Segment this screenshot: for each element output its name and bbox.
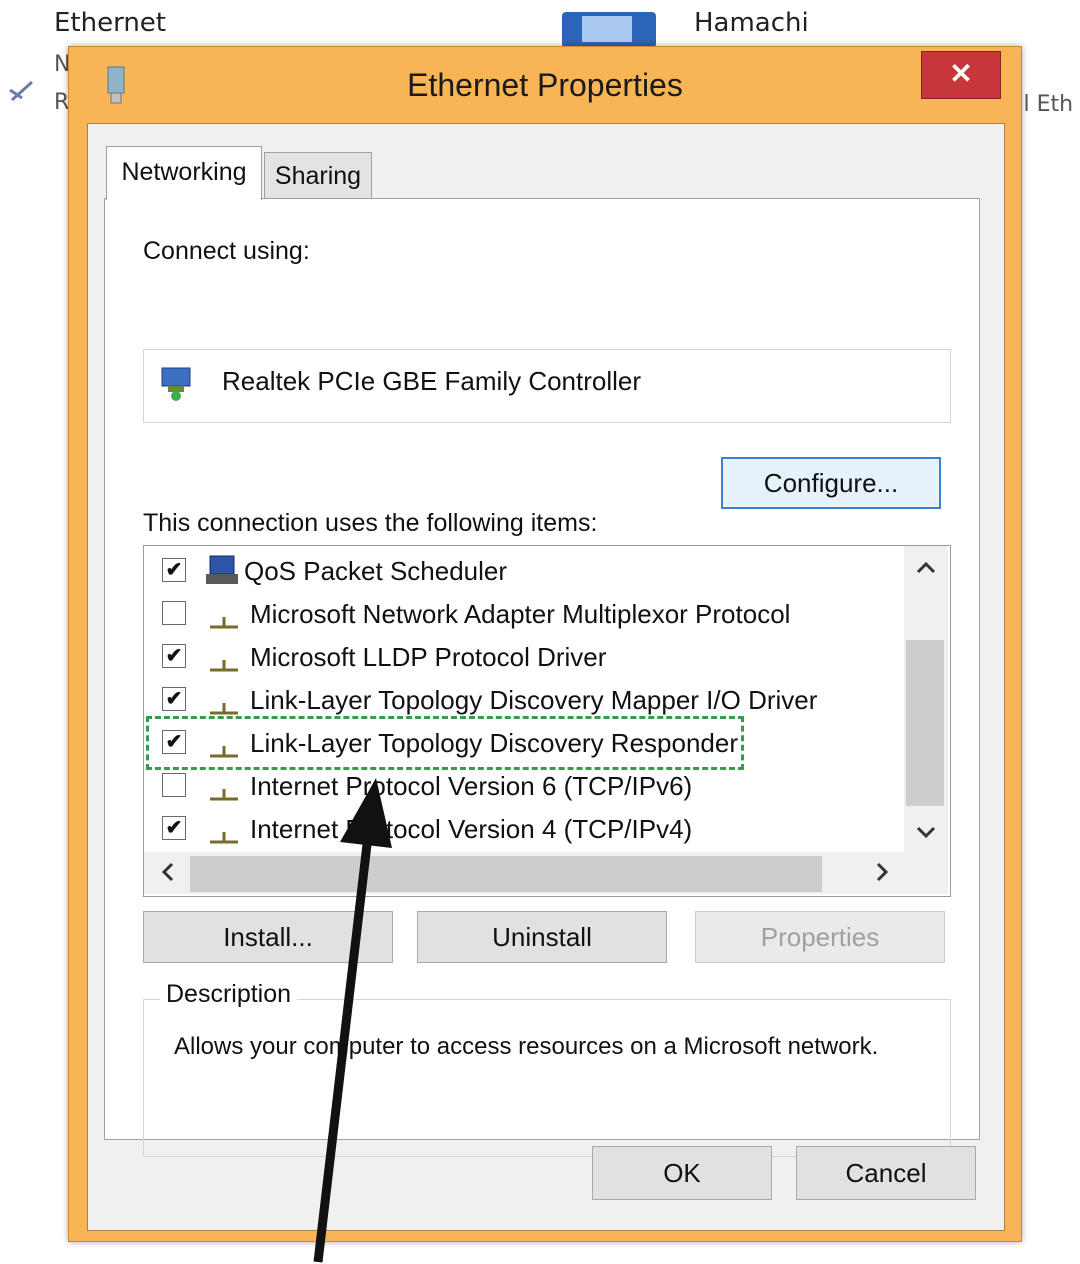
tab-networking[interactable]: Networking bbox=[106, 146, 262, 200]
